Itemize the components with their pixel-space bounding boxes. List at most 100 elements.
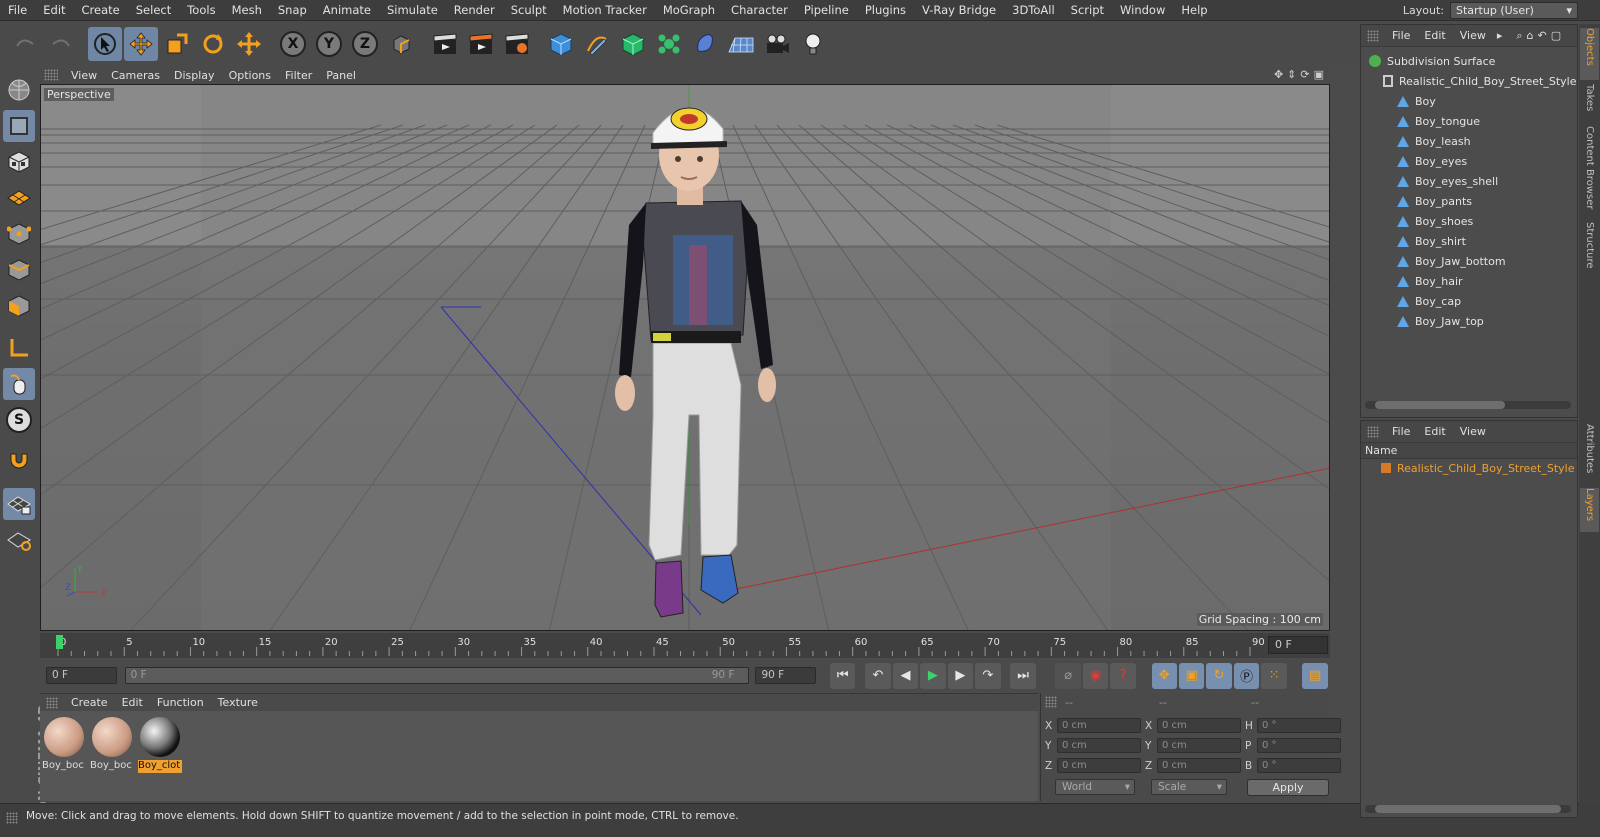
start-frame-field[interactable]: 0 F xyxy=(46,667,117,684)
layers-menu-view[interactable]: View xyxy=(1453,425,1493,438)
timeline-ruler[interactable]: 0 5 10 15 20 25 30 35 40 45 50 55 60 65 70 75 80 85 90 0 F xyxy=(40,633,1330,658)
layer-row[interactable]: Realistic_Child_Boy_Street_Style xyxy=(1361,459,1577,477)
go-to-start-button[interactable]: ⏮ xyxy=(829,662,856,689)
dolly-view-icon[interactable]: ⇕ xyxy=(1287,68,1296,81)
material-menu-texture[interactable]: Texture xyxy=(211,696,265,709)
viewport-menu-view[interactable]: View xyxy=(64,69,104,82)
viewport-menu-display[interactable]: Display xyxy=(167,69,222,82)
object-tree-item[interactable]: Boy_pants xyxy=(1361,191,1577,211)
recent-tool-button[interactable] xyxy=(232,27,266,61)
next-key-button[interactable]: ↷ xyxy=(975,662,1001,689)
new-view-icon[interactable]: ▢ xyxy=(1551,29,1561,42)
menu-script[interactable]: Script xyxy=(1063,3,1112,17)
layer-color-swatch[interactable] xyxy=(1381,463,1391,473)
undo-button[interactable] xyxy=(8,27,42,61)
viewport-menu-cameras[interactable]: Cameras xyxy=(104,69,167,82)
menu-render[interactable]: Render xyxy=(446,3,503,17)
rotate-tool-button[interactable] xyxy=(196,27,230,61)
scrollbar-thumb[interactable] xyxy=(1375,805,1561,813)
redo-button[interactable] xyxy=(44,27,78,61)
axis-mode-button[interactable] xyxy=(3,332,35,364)
object-tree-item[interactable]: Boy_eyes_shell xyxy=(1361,171,1577,191)
key-scale-button[interactable]: ▣ xyxy=(1178,662,1205,689)
coordinate-system-button[interactable] xyxy=(384,27,418,61)
model-mode-button[interactable] xyxy=(3,110,35,142)
menu-motion-tracker[interactable]: Motion Tracker xyxy=(555,3,655,17)
add-environment-button[interactable] xyxy=(724,27,758,61)
add-generator-button[interactable] xyxy=(616,27,650,61)
rotation-p-field[interactable]: 0 ° xyxy=(1257,738,1341,753)
menu-3dtoall[interactable]: 3DToAll xyxy=(1004,3,1063,17)
frame-ruler[interactable]: 0 5 10 15 20 25 30 35 40 45 50 55 60 65 70 75 80 85 90 xyxy=(54,633,1266,658)
object-tree-item[interactable]: Boy_shoes xyxy=(1361,211,1577,231)
menu-create[interactable]: Create xyxy=(74,3,128,17)
object-tree-item[interactable]: Boy_Jaw_top xyxy=(1361,311,1577,331)
size-x-field[interactable]: 0 cm xyxy=(1157,718,1241,733)
key-position-button[interactable]: ✥ xyxy=(1151,662,1177,689)
tab-attributes[interactable]: Attributes xyxy=(1580,424,1599,484)
horizontal-scrollbar[interactable] xyxy=(1365,401,1571,409)
material-swatch[interactable]: Boy_boc xyxy=(90,715,134,773)
add-light-button[interactable] xyxy=(796,27,830,61)
tab-content-browser[interactable]: Content Browser xyxy=(1580,126,1599,218)
menu-character[interactable]: Character xyxy=(723,3,796,17)
snapping-button[interactable]: S xyxy=(3,404,35,436)
motion-path-button[interactable]: ⌀ xyxy=(1055,662,1081,689)
tweak-mode-button[interactable] xyxy=(3,368,35,400)
render-view-button[interactable] xyxy=(428,27,462,61)
lock-workplane-button[interactable] xyxy=(3,488,35,520)
scale-tool-button[interactable] xyxy=(160,27,194,61)
key-rotation-button[interactable]: ↻ xyxy=(1206,662,1232,689)
search-icon[interactable]: ⌕ xyxy=(1516,29,1522,43)
autokeying-button[interactable]: ? xyxy=(1110,662,1136,689)
panel-grip-icon[interactable] xyxy=(46,696,58,709)
add-deformer-button[interactable] xyxy=(688,27,722,61)
end-frame-field[interactable]: 90 F xyxy=(755,667,817,684)
points-mode-button[interactable] xyxy=(3,218,35,250)
y-axis-lock-button[interactable]: Y xyxy=(312,27,346,61)
add-spline-button[interactable] xyxy=(580,27,614,61)
menu-snap[interactable]: Snap xyxy=(270,3,315,17)
magnet-button[interactable] xyxy=(3,446,35,478)
render-settings-button[interactable] xyxy=(500,27,534,61)
home-icon[interactable]: ⌂ xyxy=(1527,29,1534,42)
timeline-window-button[interactable]: ▤ xyxy=(1302,662,1328,689)
material-menu-function[interactable]: Function xyxy=(150,696,211,709)
size-y-field[interactable]: 0 cm xyxy=(1157,738,1241,753)
tab-takes[interactable]: Takes xyxy=(1580,84,1599,122)
menu-help[interactable]: Help xyxy=(1173,3,1215,17)
orbit-view-icon[interactable]: ⟳ xyxy=(1300,68,1309,81)
render-to-picture-viewer-button[interactable] xyxy=(464,27,498,61)
tab-objects[interactable]: Objects xyxy=(1580,28,1599,80)
viewport-menu-options[interactable]: Options xyxy=(222,69,278,82)
position-z-field[interactable]: 0 cm xyxy=(1057,758,1141,773)
menu-edit[interactable]: Edit xyxy=(35,3,73,17)
planar-workplane-button[interactable] xyxy=(3,524,35,556)
add-cube-button[interactable] xyxy=(544,27,578,61)
object-tree-item[interactable]: Boy_hair xyxy=(1361,271,1577,291)
polygons-mode-button[interactable] xyxy=(3,290,35,322)
key-point-level-button[interactable]: ⁙ xyxy=(1261,662,1287,689)
menu-simulate[interactable]: Simulate xyxy=(379,3,446,17)
size-mode-dropdown[interactable]: Scale ▾ xyxy=(1151,779,1227,795)
live-selection-button[interactable] xyxy=(88,26,122,61)
objects-menu-edit[interactable]: Edit xyxy=(1417,29,1452,42)
scrollbar-thumb[interactable] xyxy=(1375,401,1505,409)
menu-tools[interactable]: Tools xyxy=(179,3,223,17)
material-swatch-selected[interactable]: Boy_clot xyxy=(138,715,182,773)
viewport-menu-panel[interactable]: Panel xyxy=(319,69,363,82)
panel-grip-icon[interactable] xyxy=(1045,696,1057,708)
menu-mesh[interactable]: Mesh xyxy=(224,3,270,17)
objects-menu-file[interactable]: File xyxy=(1385,29,1417,42)
menu-window[interactable]: Window xyxy=(1112,3,1173,17)
boy-character-model[interactable] xyxy=(581,85,841,631)
workplane-mode-button[interactable] xyxy=(3,182,35,214)
position-x-field[interactable]: 0 cm xyxy=(1057,718,1141,733)
object-tree-item[interactable]: Boy xyxy=(1361,91,1577,111)
record-keys-button[interactable]: ◉ xyxy=(1082,662,1109,689)
panel-grip-icon[interactable] xyxy=(1367,425,1379,438)
tab-structure[interactable]: Structure xyxy=(1580,222,1599,278)
next-frame-button[interactable]: ▶ xyxy=(947,662,974,689)
menu-pipeline[interactable]: Pipeline xyxy=(796,3,857,17)
menu-mograph[interactable]: MoGraph xyxy=(655,3,723,17)
